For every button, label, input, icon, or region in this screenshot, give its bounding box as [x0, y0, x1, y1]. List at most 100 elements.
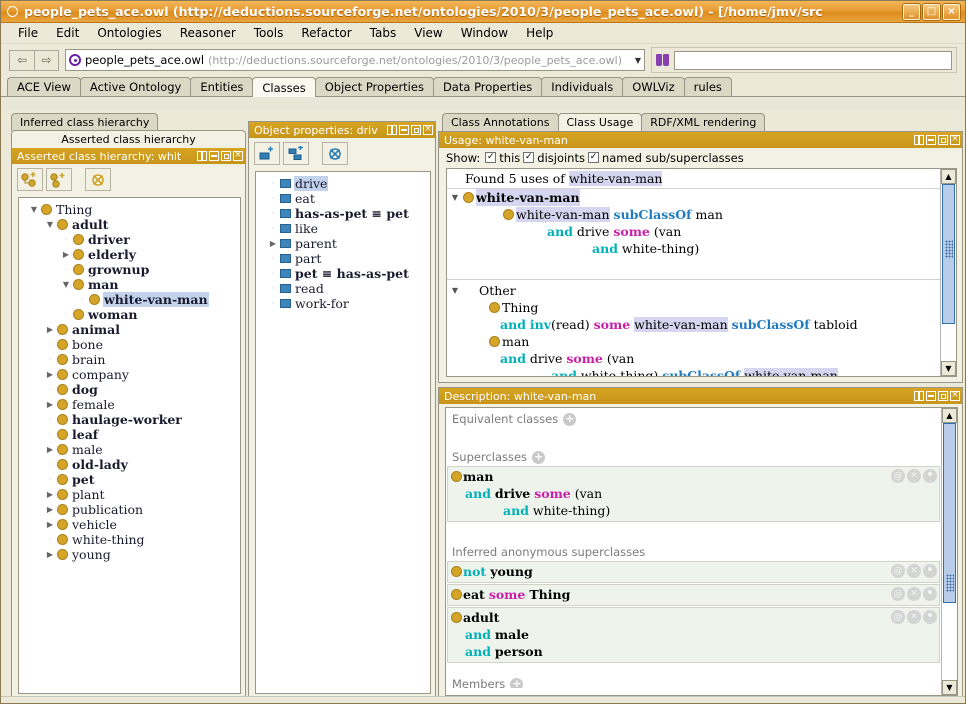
usage-results[interactable]: Found 5 uses of white-van-man ▼ white-va…	[446, 167, 957, 377]
object-property-item[interactable]: ▶ parent	[258, 236, 428, 251]
object-property-item[interactable]: · part	[258, 251, 428, 266]
delete-property-icon[interactable]	[322, 142, 348, 165]
tab-inferred-class-hierarchy[interactable]: Inferred class hierarchy	[11, 113, 159, 131]
usage-other-row[interactable]: ▼ Other	[447, 278, 940, 299]
class-tree-item-elderly[interactable]: ▶ elderly	[21, 247, 238, 262]
tab-object-properties[interactable]: Object Properties	[314, 77, 434, 96]
usage-scrollbar[interactable]: ▲ ▼	[940, 168, 956, 376]
menu-tools[interactable]: Tools	[245, 24, 293, 42]
tab-class-annotations[interactable]: Class Annotations	[442, 113, 559, 132]
panel-minimize-icon[interactable]	[399, 125, 409, 135]
class-tree-item-adult[interactable]: ▼ adult	[21, 217, 238, 232]
menu-file[interactable]: File	[9, 24, 47, 42]
expand-triangle-icon[interactable]: ▼	[59, 280, 73, 289]
class-tree-item-company[interactable]: ▶ company	[21, 367, 238, 382]
expand-triangle-icon[interactable]: ▼	[447, 282, 463, 299]
tab-rules[interactable]: rules	[683, 77, 732, 96]
panel-split-icon[interactable]	[197, 151, 207, 161]
delete-icon[interactable]: ✕	[907, 564, 921, 578]
expand-triangle-icon[interactable]: ▶	[43, 325, 57, 334]
class-tree-item-plant[interactable]: ▶ plant	[21, 487, 238, 502]
checkbox-disjoints[interactable]: ✓	[523, 152, 535, 164]
add-equivalent-class-icon[interactable]: +	[563, 412, 577, 426]
panel-close-icon[interactable]	[233, 151, 243, 161]
inferred-item[interactable]: adult and male and person @ ✕	[447, 607, 940, 663]
class-tree-item-brain[interactable]: · brain	[21, 352, 238, 367]
class-tree-item-male[interactable]: ▶ male	[21, 442, 238, 457]
class-tree-item-pet[interactable]: · pet	[21, 472, 238, 487]
menu-edit[interactable]: Edit	[47, 24, 88, 42]
inferred-item[interactable]: not young @ ✕	[447, 561, 940, 583]
delete-icon[interactable]: ✕	[907, 469, 921, 483]
panel-close-icon[interactable]	[950, 135, 960, 146]
tab-rdf-xml-rendering[interactable]: RDF/XML rendering	[641, 113, 766, 132]
class-tree-item-Thing[interactable]: ▼ Thing	[21, 202, 238, 217]
menu-view[interactable]: View	[405, 24, 451, 42]
minimize-button[interactable]: _	[903, 3, 920, 20]
edit-icon[interactable]	[923, 469, 937, 483]
tab-asserted-class-hierarchy[interactable]: Asserted class hierarchy	[11, 130, 246, 148]
annotate-icon[interactable]: @	[891, 469, 905, 483]
panel-maximize-icon[interactable]	[411, 125, 421, 135]
add-subproperty-icon[interactable]	[283, 142, 309, 165]
add-superclass-icon[interactable]: +	[532, 450, 546, 464]
forward-button[interactable]: ⇨	[34, 49, 59, 71]
menu-help[interactable]: Help	[517, 24, 562, 42]
expand-triangle-icon[interactable]: ▶	[43, 370, 57, 379]
maximize-button[interactable]: □	[923, 3, 940, 20]
chevron-down-icon[interactable]: ▼	[631, 56, 641, 65]
add-member-icon[interactable]: +	[510, 678, 524, 688]
panel-split-icon[interactable]	[387, 125, 397, 135]
description-body[interactable]: Equivalent classes + Superclasses + man …	[445, 407, 958, 696]
scroll-up-icon[interactable]: ▲	[942, 408, 957, 423]
tab-class-usage[interactable]: Class Usage	[557, 113, 643, 132]
annotate-icon[interactable]: @	[891, 564, 905, 578]
description-scroll-thumb[interactable]	[943, 423, 956, 603]
tab-entities[interactable]: Entities	[190, 77, 254, 96]
class-tree-item-leaf[interactable]: · leaf	[21, 427, 238, 442]
back-button[interactable]: ⇦	[9, 49, 34, 71]
scroll-down-icon[interactable]: ▼	[942, 680, 957, 695]
usage-scroll-track[interactable]	[941, 183, 956, 361]
class-tree[interactable]: ▼ Thing ▼ adult · driver ▶ elderly · grownup ▼ man ·…	[18, 197, 241, 694]
menu-reasoner[interactable]: Reasoner	[171, 24, 245, 42]
menu-window[interactable]: Window	[452, 24, 517, 42]
class-tree-item-driver[interactable]: · driver	[21, 232, 238, 247]
tab-individuals[interactable]: Individuals	[541, 77, 624, 96]
tab-ace-view[interactable]: ACE View	[7, 77, 81, 96]
object-property-item[interactable]: · like	[258, 221, 428, 236]
annotate-icon[interactable]: @	[891, 587, 905, 601]
panel-split-icon[interactable]	[914, 391, 924, 401]
description-scroll-track[interactable]	[942, 423, 957, 680]
class-tree-item-dog[interactable]: · dog	[21, 382, 238, 397]
delete-class-icon[interactable]	[85, 168, 111, 191]
expand-triangle-icon[interactable]: ▶	[43, 490, 57, 499]
superclass-item[interactable]: man and drive some (van and white-thing)…	[447, 466, 940, 522]
usage-scroll-thumb[interactable]	[942, 183, 955, 324]
object-property-item[interactable]: · work-for	[258, 296, 428, 311]
class-tree-item-white-van-man[interactable]: · white-van-man	[21, 292, 238, 307]
checkbox-named-sub-superclasses[interactable]: ✓	[587, 152, 599, 164]
tab-data-properties[interactable]: Data Properties	[432, 77, 543, 96]
expand-triangle-icon[interactable]: ▼	[43, 220, 57, 229]
object-property-item[interactable]: · pet ≡ has-as-pet	[258, 266, 428, 281]
panel-close-icon[interactable]	[423, 125, 433, 135]
add-sibling-class-icon[interactable]	[46, 168, 72, 191]
edit-icon[interactable]	[923, 587, 937, 601]
object-property-item[interactable]: · read	[258, 281, 428, 296]
annotate-icon[interactable]: @	[891, 610, 905, 624]
class-tree-item-publication[interactable]: ▶ publication	[21, 502, 238, 517]
tab-active-ontology[interactable]: Active Ontology	[79, 77, 192, 96]
object-property-item[interactable]: · eat	[258, 191, 428, 206]
panel-maximize-icon[interactable]	[938, 391, 948, 401]
panel-minimize-icon[interactable]	[209, 151, 219, 161]
class-tree-item-woman[interactable]: · woman	[21, 307, 238, 322]
close-button[interactable]: ×	[943, 3, 960, 20]
expand-triangle-icon[interactable]: ▼	[447, 189, 463, 206]
class-tree-item-animal[interactable]: ▶ animal	[21, 322, 238, 337]
expand-triangle-icon[interactable]: ▼	[27, 205, 41, 214]
class-tree-item-white-thing[interactable]: · white-thing	[21, 532, 238, 547]
panel-minimize-icon[interactable]	[926, 391, 936, 401]
object-property-tree[interactable]: · drive · eat · has-as-pet ≡ pet · like ▶ parent ·…	[255, 171, 431, 694]
delete-icon[interactable]: ✕	[907, 587, 921, 601]
